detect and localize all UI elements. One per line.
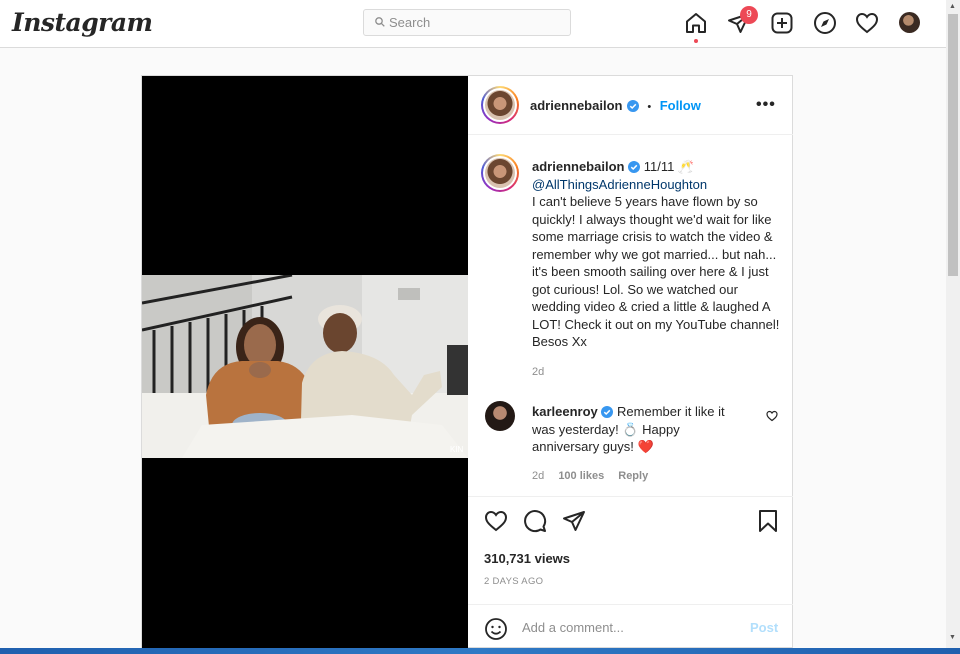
caption-timestamp[interactable]: 2d — [532, 366, 544, 378]
reply-button[interactable]: Reply — [618, 470, 648, 482]
activity-heart-icon[interactable] — [855, 11, 879, 35]
scroll-up-arrow-icon[interactable]: ▲ — [949, 3, 956, 10]
actions-divider — [468, 496, 793, 497]
svg-text:KIN: KIN — [450, 445, 464, 454]
comment-bubble-icon[interactable] — [523, 509, 547, 533]
post-timestamp[interactable]: 2 DAYS AGO — [484, 576, 543, 587]
top-navigation: Instagram 9 — [0, 0, 946, 48]
post-card: KIN adriennebailon • Follow ••• adrienne… — [141, 75, 793, 649]
like-heart-icon[interactable] — [484, 509, 508, 533]
bookmark-icon[interactable] — [756, 509, 780, 533]
notification-badge: 9 — [740, 6, 758, 24]
explore-icon[interactable] — [813, 11, 837, 35]
verified-badge-icon — [628, 161, 641, 173]
caption-text: I can't believe 5 years have flown by so… — [532, 194, 780, 349]
follow-button[interactable]: Follow — [660, 98, 701, 113]
search-box[interactable] — [363, 9, 571, 36]
instagram-logo[interactable]: Instagram — [12, 8, 153, 37]
comment-item: karleenroy Remember it like it was yeste… — [532, 403, 737, 456]
comment-timestamp[interactable]: 2d — [532, 470, 544, 482]
verified-badge-icon — [626, 100, 639, 112]
home-icon[interactable] — [684, 11, 708, 35]
video-still-image: KIN — [142, 275, 468, 458]
caption-username[interactable]: adriennebailon — [532, 159, 624, 174]
scroll-down-arrow-icon[interactable]: ▼ — [949, 634, 956, 641]
caption-mention-link[interactable]: @AllThingsAdrienneHoughton — [532, 177, 707, 192]
add-comment-bar: Post — [468, 604, 793, 649]
profile-avatar[interactable] — [899, 12, 920, 33]
author-avatar[interactable] — [481, 86, 519, 124]
comment-likes-count[interactable]: 100 likes — [558, 470, 604, 482]
post-header: adriennebailon • Follow ••• — [468, 76, 793, 135]
post-media[interactable]: KIN — [142, 76, 468, 649]
header-separator: • — [647, 101, 652, 113]
comment-meta: 2d 100 likes Reply — [532, 470, 659, 482]
emoji-icon[interactable] — [484, 617, 508, 641]
commenter-username[interactable]: karleenroy — [532, 404, 598, 419]
author-username[interactable]: adriennebailon — [530, 98, 622, 113]
caption-author-avatar[interactable] — [481, 154, 519, 192]
scrollbar-thumb[interactable] — [948, 14, 958, 276]
verified-badge-icon — [601, 406, 614, 418]
taskbar-strip — [0, 648, 960, 654]
video-frame[interactable]: KIN — [142, 275, 468, 458]
home-active-dot — [694, 39, 698, 43]
caption-date-tag: 11/11 🥂 — [643, 159, 695, 174]
post-sidebar: adriennebailon • Follow ••• adriennebail… — [468, 76, 793, 649]
new-post-icon[interactable] — [770, 11, 794, 35]
search-icon — [375, 17, 385, 27]
like-comment-heart-icon[interactable] — [766, 410, 778, 422]
search-input[interactable] — [389, 13, 559, 32]
views-count[interactable]: 310,731 views — [484, 551, 570, 566]
add-comment-input[interactable] — [522, 618, 732, 636]
more-options-button[interactable]: ••• — [756, 96, 776, 114]
post-caption: adriennebailon 11/11 🥂 @AllThingsAdrienn… — [532, 158, 782, 351]
commenter-avatar[interactable] — [485, 401, 515, 431]
post-comment-button[interactable]: Post — [750, 620, 778, 635]
share-icon[interactable] — [562, 509, 586, 533]
